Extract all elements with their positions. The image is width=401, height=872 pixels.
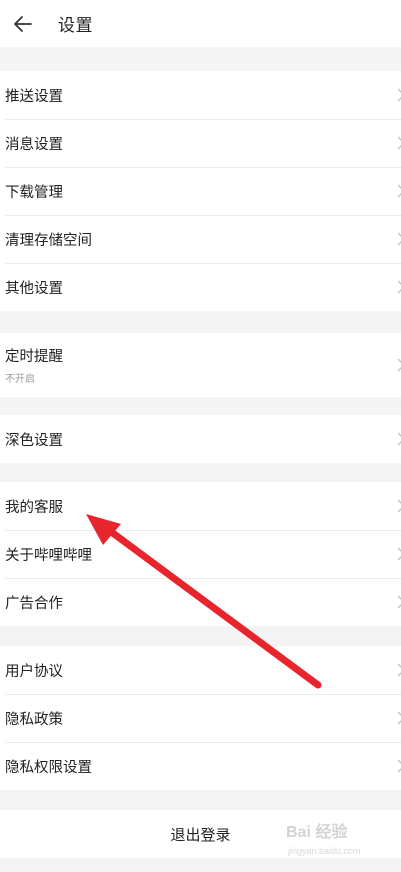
settings-group-legal: 用户协议 隐私政策 隐私权限设置 <box>0 646 401 790</box>
settings-item-timer-reminder[interactable]: 定时提醒 不开启 <box>0 333 401 397</box>
chevron-right-icon <box>397 184 401 198</box>
settings-group-reminder: 定时提醒 不开启 <box>0 333 401 397</box>
settings-page: 设置 推送设置 消息设置 下载管理 清理存储空间 其他设置 定时提醒 不开启 深… <box>0 0 401 872</box>
settings-item-download[interactable]: 下载管理 <box>0 167 401 215</box>
settings-item-push[interactable]: 推送设置 <box>0 71 401 119</box>
logout-button[interactable]: 退出登录 <box>0 810 401 858</box>
settings-item-storage[interactable]: 清理存储空间 <box>0 215 401 263</box>
settings-item-other[interactable]: 其他设置 <box>0 263 401 311</box>
settings-item-user-agreement[interactable]: 用户协议 <box>0 646 401 694</box>
chevron-right-icon <box>397 432 401 446</box>
page-title: 设置 <box>58 16 93 36</box>
settings-item-privacy-permissions[interactable]: 隐私权限设置 <box>0 742 401 790</box>
settings-item-privacy-policy[interactable]: 隐私政策 <box>0 694 401 742</box>
settings-item-label: 清理存储空间 <box>5 232 92 249</box>
settings-item-label: 隐私政策 <box>5 711 63 728</box>
settings-item-ad-cooperation[interactable]: 广告合作 <box>0 578 401 626</box>
chevron-right-icon <box>397 358 401 372</box>
settings-item-status: 不开启 <box>5 374 35 385</box>
chevron-right-icon <box>397 136 401 150</box>
settings-item-label: 其他设置 <box>5 280 63 297</box>
settings-item-about[interactable]: 关于哔哩哔哩 <box>0 530 401 578</box>
chevron-right-icon <box>397 232 401 246</box>
settings-item-label: 隐私权限设置 <box>5 759 92 776</box>
settings-item-customer-service[interactable]: 我的客服 <box>0 482 401 530</box>
settings-item-message[interactable]: 消息设置 <box>0 119 401 167</box>
chevron-right-icon <box>397 280 401 294</box>
settings-item-label: 我的客服 <box>5 499 63 516</box>
chevron-right-icon <box>397 711 401 725</box>
settings-item-label: 下载管理 <box>5 184 63 201</box>
chevron-right-icon <box>397 499 401 513</box>
chevron-right-icon <box>397 595 401 609</box>
settings-item-label: 深色设置 <box>5 432 63 449</box>
chevron-right-icon <box>397 88 401 102</box>
chevron-right-icon <box>397 547 401 561</box>
back-button[interactable] <box>0 4 46 44</box>
settings-item-dark-mode[interactable]: 深色设置 <box>0 415 401 463</box>
settings-item-label: 用户协议 <box>5 663 63 680</box>
chevron-right-icon <box>397 759 401 773</box>
settings-item-label: 消息设置 <box>5 136 63 153</box>
logout-label: 退出登录 <box>170 825 231 844</box>
settings-group-theme: 深色设置 <box>0 415 401 463</box>
top-bar: 设置 <box>0 0 401 47</box>
settings-item-label: 关于哔哩哔哩 <box>5 547 92 564</box>
settings-item-label: 广告合作 <box>5 595 63 612</box>
arrow-left-icon <box>14 15 32 32</box>
settings-item-label: 定时提醒 <box>5 349 63 365</box>
settings-group-about: 我的客服 关于哔哩哔哩 广告合作 <box>0 482 401 626</box>
settings-group-general: 推送设置 消息设置 下载管理 清理存储空间 其他设置 <box>0 71 401 311</box>
chevron-right-icon <box>397 663 401 677</box>
settings-item-label: 推送设置 <box>5 88 63 105</box>
